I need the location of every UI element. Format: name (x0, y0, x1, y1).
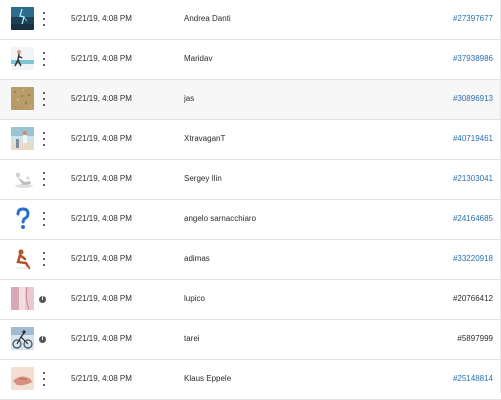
list-item[interactable]: 5/21/19, 4:08 PM Sergey Ilin #21303041 (0, 160, 501, 200)
asset-list: 5/21/19, 4:08 PM Andrea Danti #27397677 … (0, 0, 501, 400)
more-options-icon[interactable] (41, 372, 47, 386)
author-label: XtravaganT (184, 134, 226, 143)
seated-figure-icon[interactable] (11, 247, 34, 270)
runner-icon[interactable] (11, 47, 34, 70)
author-label: lupico (184, 294, 205, 303)
asset-id-link[interactable]: #24164685 (453, 214, 493, 223)
date-label: 5/21/19, 4:08 PM (71, 14, 132, 23)
more-options-icon[interactable] (41, 212, 47, 226)
date-label: 5/21/19, 4:08 PM (71, 254, 132, 263)
more-options-icon[interactable] (41, 12, 47, 26)
more-options-icon[interactable] (41, 252, 47, 266)
asset-id-link[interactable]: #25148814 (453, 374, 493, 383)
list-item[interactable]: 5/21/19, 4:08 PM jas #30896913 (0, 80, 501, 120)
lightning-icon[interactable] (11, 7, 34, 30)
date-label: 5/21/19, 4:08 PM (71, 54, 132, 63)
author-label: Sergey Ilin (184, 174, 222, 183)
hand-icon[interactable] (11, 367, 34, 390)
asset-id: #20766412 (452, 294, 493, 303)
date-label: 5/21/19, 4:08 PM (71, 214, 132, 223)
more-options-icon[interactable] (41, 92, 47, 106)
more-options-icon[interactable] (41, 172, 47, 186)
author-label: jas (184, 94, 195, 103)
list-item[interactable]: 5/21/19, 4:08 PM adimas #33220918 (0, 240, 501, 280)
author-label: adimas (184, 254, 210, 263)
date-label: 5/21/19, 4:08 PM (71, 174, 132, 183)
figures-3d-icon[interactable] (11, 167, 34, 190)
asset-id-link[interactable]: #40719461 (453, 134, 493, 143)
asset-id: #5897999 (457, 334, 493, 343)
list-item[interactable]: i 5/21/19, 4:08 PM tarei #5897999 (0, 320, 501, 360)
list-item[interactable]: 5/21/19, 4:08 PM angelo sarnacchiaro #24… (0, 200, 501, 240)
date-label: 5/21/19, 4:08 PM (71, 94, 132, 103)
info-icon[interactable]: i (39, 296, 46, 303)
asset-id-link[interactable]: #21303041 (453, 174, 493, 183)
author-label: Andrea Danti (184, 14, 231, 23)
date-label: 5/21/19, 4:08 PM (71, 334, 132, 343)
date-label: 5/21/19, 4:08 PM (71, 374, 132, 383)
list-item[interactable]: 5/21/19, 4:08 PM XtravaganT #40719461 (0, 120, 501, 160)
cyclist-icon[interactable] (11, 327, 34, 350)
sand-texture-icon[interactable] (11, 87, 34, 110)
author-label: Klaus Eppele (184, 374, 232, 383)
list-item[interactable]: 5/21/19, 4:08 PM Maridav #37938986 (0, 40, 501, 80)
date-label: 5/21/19, 4:08 PM (71, 294, 132, 303)
author-label: angelo sarnacchiaro (184, 214, 257, 223)
pink-fabric-icon[interactable] (11, 287, 34, 310)
asset-id-link[interactable]: #27397677 (453, 14, 493, 23)
beach-person-icon[interactable] (11, 127, 34, 150)
more-options-icon[interactable] (41, 132, 47, 146)
date-label: 5/21/19, 4:08 PM (71, 134, 132, 143)
asset-id-link[interactable]: #33220918 (453, 254, 493, 263)
author-label: Maridav (184, 54, 213, 63)
question-mark-icon[interactable] (11, 207, 34, 230)
more-options-icon[interactable] (41, 52, 47, 66)
author-label: tarei (184, 334, 200, 343)
info-icon[interactable]: i (39, 336, 46, 343)
list-item[interactable]: i 5/21/19, 4:08 PM lupico #20766412 (0, 280, 501, 320)
list-item[interactable]: 5/21/19, 4:08 PM Andrea Danti #27397677 (0, 0, 501, 40)
asset-id-link[interactable]: #30896913 (453, 94, 493, 103)
asset-id-link[interactable]: #37938986 (453, 54, 493, 63)
list-item[interactable]: 5/21/19, 4:08 PM Klaus Eppele #25148814 (0, 360, 501, 400)
